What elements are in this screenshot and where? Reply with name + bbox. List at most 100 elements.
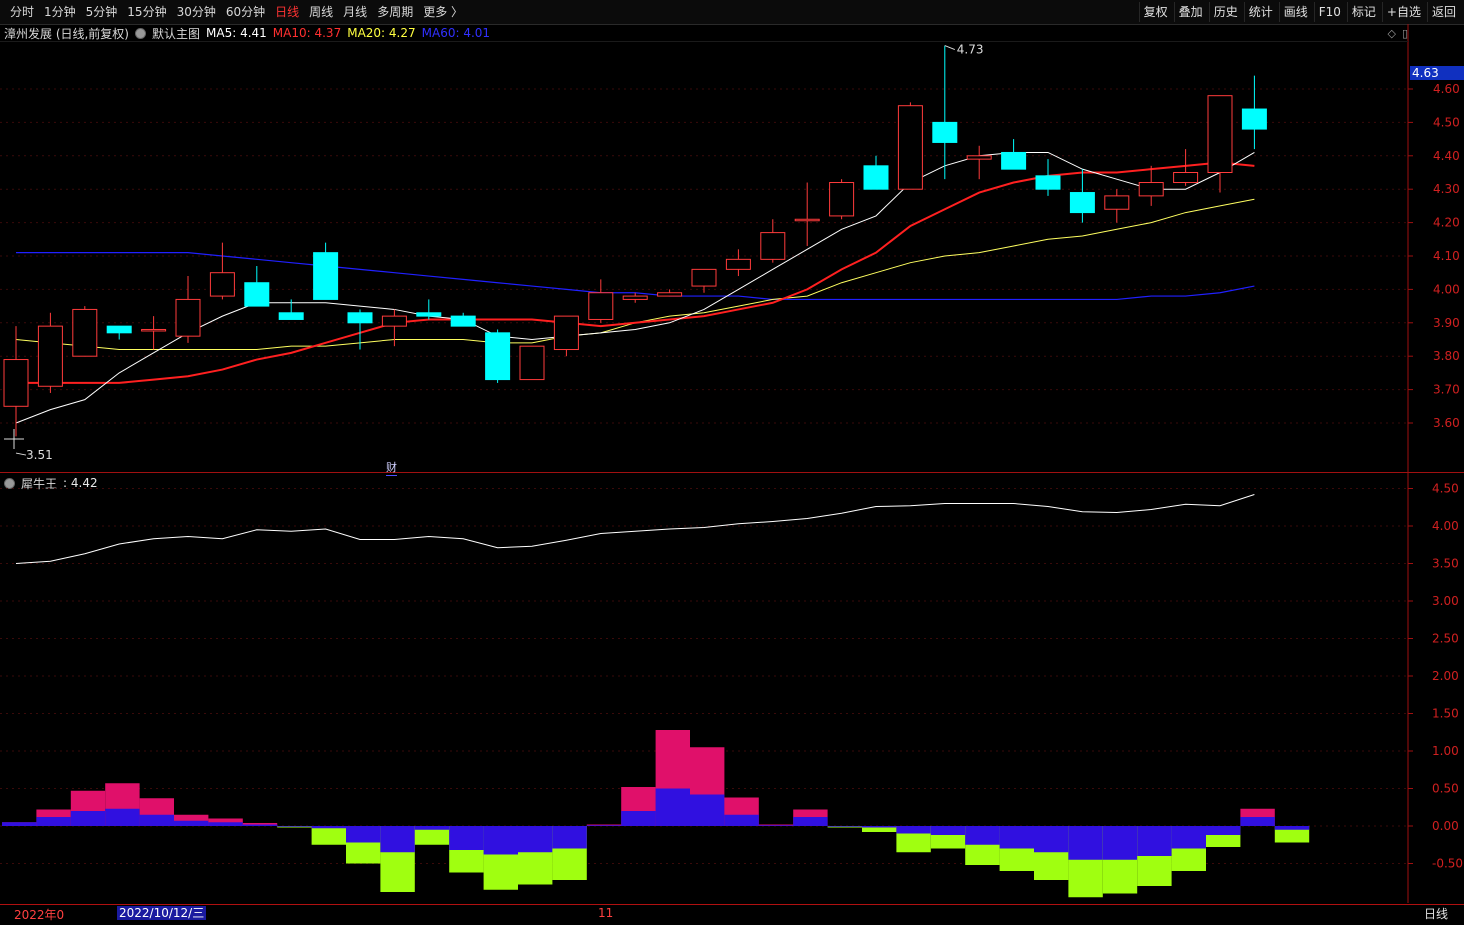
histogram-bar-negative	[311, 826, 346, 845]
high-marker-line	[944, 45, 955, 51]
histogram-bar-inner	[311, 826, 346, 829]
date-axis	[0, 904, 1464, 925]
indicator-axis-label: 3.50	[1432, 557, 1459, 571]
date-cursor-label: 2022/10/12/三	[117, 906, 207, 920]
candle-body-up	[1207, 95, 1233, 173]
histogram-bar-inner	[242, 824, 278, 826]
candle-body-down	[347, 312, 373, 324]
histogram-bar-inner	[965, 826, 1000, 845]
histogram-bar-inner	[862, 826, 897, 828]
ma5-line	[15, 151, 1255, 424]
price-axis-label: 4.50	[1433, 115, 1460, 129]
candle-body-up	[519, 345, 545, 381]
price-axis-label: 3.60	[1433, 416, 1460, 430]
financial-report-marker[interactable]: 财	[386, 459, 397, 476]
candle-body-up	[72, 308, 98, 357]
low-marker-line	[15, 452, 27, 456]
candle-body-up	[209, 272, 235, 297]
candle-body-down	[1035, 175, 1061, 190]
histogram-bar-inner	[1206, 826, 1241, 835]
histogram-bar-inner	[896, 826, 931, 834]
histogram-bar-inner	[1274, 826, 1310, 830]
candle-body-up	[966, 155, 992, 160]
histogram-bar-inner	[346, 826, 381, 843]
price-axis-label: 4.60	[1433, 82, 1460, 96]
histogram-bar-inner	[655, 788, 690, 826]
price-axis-label: 4.20	[1433, 216, 1460, 230]
histogram-bar-inner	[1102, 826, 1138, 860]
candle-body-up	[725, 258, 751, 270]
histogram-bar-inner	[70, 811, 106, 826]
indicator-axis-label: 0.00	[1432, 819, 1459, 833]
price-axis-label: 3.90	[1433, 316, 1460, 330]
indicator-axis-label: 1.00	[1432, 744, 1459, 758]
histogram-bar-inner	[414, 826, 450, 830]
histogram-bar-inner	[1240, 817, 1275, 826]
candle-body-up	[794, 218, 820, 222]
candle-body-down	[932, 121, 958, 143]
candle-body-down	[1241, 108, 1267, 130]
histogram-bar-inner	[208, 822, 243, 826]
candle-body-down	[244, 282, 270, 307]
low-price-label: 3.51	[26, 448, 53, 462]
candle-body-up	[37, 325, 63, 387]
candle-body-up	[141, 328, 167, 332]
date-axis-month: 11	[598, 906, 614, 920]
indicator-axis-label: 4.50	[1432, 482, 1459, 496]
candle-body-down	[863, 165, 889, 190]
histogram-bar-inner	[174, 820, 209, 826]
price-axis-label: 4.40	[1433, 149, 1460, 163]
histogram-bar-inner	[586, 825, 622, 826]
histogram-bar-inner	[36, 817, 71, 826]
histogram-bar-inner	[1137, 826, 1172, 856]
histogram-bar-inner	[139, 814, 174, 826]
histogram-bar-inner	[518, 826, 553, 853]
histogram-bar-inner	[758, 825, 794, 826]
histogram-bar-inner	[483, 826, 518, 855]
histogram-bar-inner	[1034, 826, 1069, 853]
histogram-bar-inner	[449, 826, 484, 850]
candle-body-up	[1104, 195, 1130, 210]
candle-body-down	[1069, 192, 1095, 214]
candle-body-up	[657, 292, 683, 297]
indicator-axis-label: 3.00	[1432, 594, 1459, 608]
candle-body-down	[450, 315, 476, 327]
ma60-line	[16, 252, 1255, 301]
price-axis-label: 4.10	[1433, 249, 1460, 263]
candle-body-down	[416, 312, 442, 317]
price-axis-label: 3.80	[1433, 349, 1460, 363]
candle-body-up	[1173, 172, 1199, 184]
indicator-axis-label: -0.50	[1432, 857, 1463, 871]
histogram-bar-inner	[690, 794, 725, 826]
candle-body-up	[381, 315, 407, 327]
high-price-label: 4.73	[957, 43, 984, 57]
candle-body-up	[588, 292, 614, 320]
histogram-bar-inner	[2, 822, 37, 826]
price-axis-label: 3.70	[1433, 383, 1460, 397]
candle-body-up	[3, 359, 29, 407]
candle-body-up	[897, 105, 923, 190]
histogram-bar-inner	[793, 817, 828, 826]
histogram-bar-inner	[552, 826, 587, 849]
candle-body-down	[106, 325, 132, 334]
candle-body-down	[1001, 151, 1027, 170]
price-axis-label: 4.30	[1433, 182, 1460, 196]
date-axis-start: 2022年0	[14, 908, 65, 922]
candle-body-down	[278, 312, 304, 320]
histogram-bar-inner	[277, 826, 312, 827]
indicator-axis-label: 2.50	[1432, 632, 1459, 646]
histogram-bar-inner	[1171, 826, 1206, 849]
price-axis-label: 4.00	[1433, 282, 1460, 296]
indicator-axis-label: 4.00	[1432, 519, 1459, 533]
ma20-line	[15, 198, 1255, 351]
candle-body-up	[553, 315, 579, 351]
histogram-bar-inner	[1068, 826, 1103, 860]
histogram-bar-inner	[105, 808, 140, 826]
period-indicator[interactable]: 日线	[1424, 905, 1448, 922]
indicator-line	[15, 494, 1255, 564]
indicator-axis-label: 0.50	[1432, 782, 1459, 796]
candle-body-down	[485, 332, 511, 381]
kline-chart[interactable]: 4.60 4.50 4.40 4.30 4.20 4.10 4.00 3.90 3.80 3.70…	[0, 0, 1464, 924]
candle-body-up	[760, 232, 786, 260]
histogram-bar-inner	[724, 814, 759, 826]
